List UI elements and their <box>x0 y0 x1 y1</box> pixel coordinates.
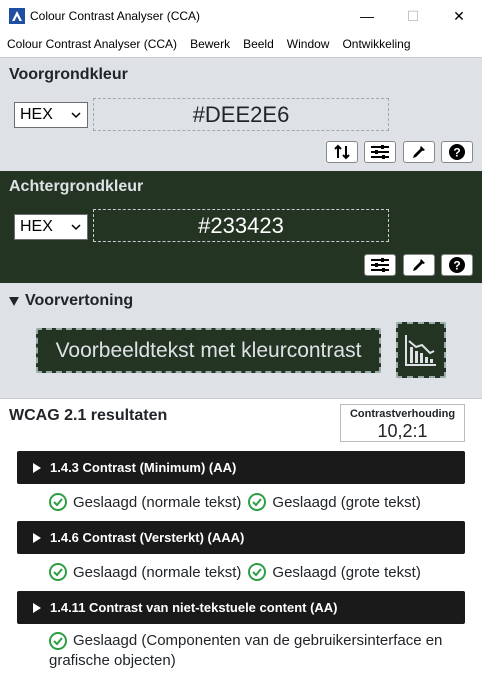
criterion-label: 1.4.3 Contrast (Minimum) (AA) <box>50 460 237 475</box>
background-eyedropper-button[interactable] <box>403 254 435 276</box>
background-hex-input[interactable]: #233423 <box>93 209 389 242</box>
swap-colors-button[interactable] <box>326 141 358 163</box>
preview-graphic <box>396 322 446 378</box>
maximize-button[interactable]: ☐ <box>390 0 436 32</box>
foreground-hex-input[interactable]: #DEE2E6 <box>93 98 389 131</box>
minimize-icon: — <box>360 8 374 24</box>
background-section: Achtergrondkleur HEX #233423 ? <box>0 171 482 283</box>
foreground-format-value: HEX <box>20 106 53 123</box>
minimize-button[interactable]: — <box>344 0 390 32</box>
svg-text:?: ? <box>453 259 460 273</box>
pass-text: Geslaagd (Componenten van de gebruikersi… <box>49 632 443 669</box>
background-format-value: HEX <box>20 218 53 235</box>
triangle-right-icon <box>33 462 41 473</box>
menu-item-view[interactable]: Beeld <box>237 37 280 51</box>
check-circle-icon <box>49 632 67 650</box>
results-section: WCAG 2.1 resultaten Contrastverhouding 1… <box>0 399 482 700</box>
sliders-icon <box>371 145 389 159</box>
help-icon: ? <box>449 144 465 160</box>
chart-trend-icon <box>405 335 436 366</box>
svg-text:?: ? <box>453 146 460 160</box>
close-button[interactable]: ✕ <box>436 0 482 32</box>
criterion-1-4-11-results: Geslaagd (Componenten van de gebruikersi… <box>49 631 479 671</box>
pass-text: Geslaagd (normale tekst) <box>73 493 242 511</box>
menu-item-app[interactable]: Colour Contrast Analyser (CCA) <box>1 37 183 51</box>
eyedropper-icon <box>413 146 425 158</box>
check-circle-icon <box>49 563 67 581</box>
preview-section: Voorvertoning Voorbeeldtekst met kleurco… <box>0 283 482 399</box>
foreground-title: Voorgrondkleur <box>9 66 128 83</box>
pass-result: Geslaagd (grote tekst) <box>248 493 421 511</box>
foreground-sliders-button[interactable] <box>364 141 396 163</box>
title-bar: Colour Contrast Analyser (CCA) — ☐ ✕ <box>0 0 482 32</box>
check-circle-icon <box>248 563 267 581</box>
chevron-down-icon <box>71 224 81 231</box>
contrast-ratio-value: 10,2:1 <box>377 421 428 441</box>
triangle-right-icon <box>33 602 41 613</box>
background-sliders-button[interactable] <box>364 254 396 276</box>
foreground-help-button[interactable]: ? <box>441 141 473 163</box>
criterion-1-4-6-results: Geslaagd (normale tekst) Geslaagd (grote… <box>49 563 428 581</box>
criterion-1-4-3-results: Geslaagd (normale tekst) Geslaagd (grote… <box>49 493 428 511</box>
help-icon: ? <box>449 257 465 273</box>
contrast-ratio-box: Contrastverhouding 10,2:1 <box>340 404 465 442</box>
window-title: Colour Contrast Analyser (CCA) <box>30 9 201 23</box>
preview-sample-text: Voorbeeldtekst met kleurcontrast <box>36 328 381 373</box>
background-format-select[interactable]: HEX <box>14 214 88 240</box>
app-logo-icon <box>9 8 25 24</box>
pass-text: Geslaagd (normale tekst) <box>73 563 242 581</box>
criterion-label: 1.4.11 Contrast van niet-tekstuele conte… <box>50 600 338 615</box>
foreground-eyedropper-button[interactable] <box>403 141 435 163</box>
pass-text: Geslaagd (grote tekst) <box>272 493 421 511</box>
pass-text: Geslaagd (grote tekst) <box>272 563 421 581</box>
background-title: Achtergrondkleur <box>9 178 144 195</box>
foreground-format-select[interactable]: HEX <box>14 102 88 128</box>
pass-result: Geslaagd (grote tekst) <box>248 563 421 581</box>
preview-toggle[interactable]: Voorvertoning <box>9 292 133 310</box>
swap-icon <box>334 144 350 160</box>
criterion-1-4-11-toggle[interactable]: 1.4.11 Contrast van niet-tekstuele conte… <box>17 591 465 624</box>
criterion-1-4-6-toggle[interactable]: 1.4.6 Contrast (Versterkt) (AAA) <box>17 521 465 554</box>
preview-title: Voorvertoning <box>25 292 134 309</box>
criterion-label: 1.4.6 Contrast (Versterkt) (AAA) <box>50 530 245 545</box>
background-help-button[interactable]: ? <box>441 254 473 276</box>
triangle-right-icon <box>33 532 41 543</box>
results-title: WCAG 2.1 resultaten <box>9 407 168 424</box>
menu-bar: Colour Contrast Analyser (CCA) Bewerk Be… <box>0 32 482 56</box>
maximize-icon: ☐ <box>406 7 420 24</box>
check-circle-icon <box>248 493 267 511</box>
criterion-1-4-3-toggle[interactable]: 1.4.3 Contrast (Minimum) (AA) <box>17 451 465 484</box>
menu-item-develop[interactable]: Ontwikkeling <box>336 37 416 51</box>
sliders-icon <box>371 258 389 272</box>
check-circle-icon <box>49 493 67 511</box>
menu-item-window[interactable]: Window <box>281 37 336 51</box>
close-icon: ✕ <box>453 7 465 24</box>
triangle-down-icon <box>9 296 19 306</box>
pass-result: Geslaagd (normale tekst) <box>49 493 241 511</box>
pass-result: Geslaagd (normale tekst) <box>49 563 241 581</box>
foreground-section: Voorgrondkleur HEX #DEE2E6 ? <box>0 57 482 171</box>
chevron-down-icon <box>71 112 81 119</box>
eyedropper-icon <box>413 259 425 271</box>
contrast-ratio-label: Contrastverhouding <box>349 408 456 420</box>
menu-item-edit[interactable]: Bewerk <box>184 37 236 51</box>
